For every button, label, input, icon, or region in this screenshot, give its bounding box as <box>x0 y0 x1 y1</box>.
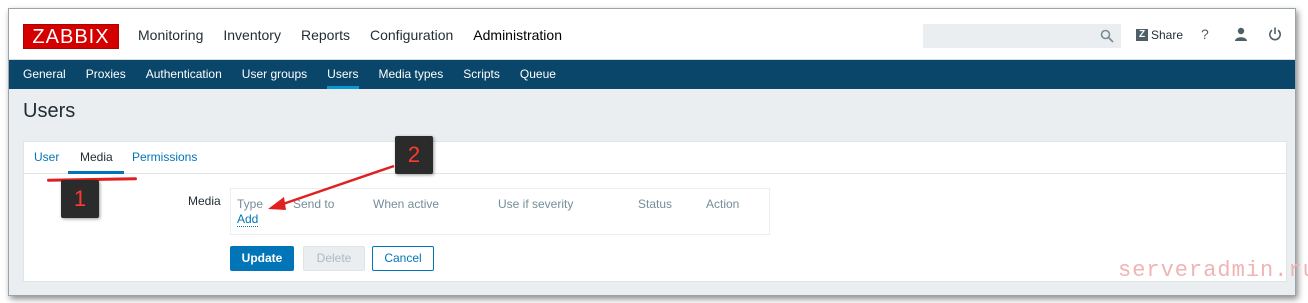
annotation-badge-2: 2 <box>395 136 433 174</box>
subnav-queue[interactable]: Queue <box>520 60 556 89</box>
active-tab-indicator <box>68 171 124 174</box>
share-button[interactable]: Z Share <box>1136 28 1183 42</box>
subnav-user-groups[interactable]: User groups <box>242 60 307 89</box>
subnav-general[interactable]: General <box>23 60 66 89</box>
menu-reports[interactable]: Reports <box>301 27 350 43</box>
subnav-media-types[interactable]: Media types <box>379 60 444 89</box>
main-menu: Monitoring Inventory Reports Configurati… <box>138 27 582 43</box>
column-action: Action <box>706 197 740 211</box>
page-title: Users <box>23 100 76 122</box>
zabbix-share-icon: Z <box>1136 29 1148 41</box>
delete-button[interactable]: Delete <box>303 246 365 271</box>
subnav-users[interactable]: Users <box>327 60 359 89</box>
share-label: Share <box>1151 28 1184 42</box>
subnav-authentication[interactable]: Authentication <box>146 60 222 89</box>
column-status: Status <box>638 197 673 211</box>
tab-media[interactable]: Media <box>80 150 113 164</box>
sub-navigation: General Proxies Authentication User grou… <box>9 60 1295 89</box>
tab-user[interactable]: User <box>34 150 59 164</box>
sign-out-icon[interactable] <box>1268 27 1282 41</box>
menu-configuration[interactable]: Configuration <box>370 27 453 43</box>
subnav-scripts[interactable]: Scripts <box>463 60 500 89</box>
help-icon[interactable]: ? <box>1201 26 1209 42</box>
column-type: Type <box>237 197 264 211</box>
menu-monitoring[interactable]: Monitoring <box>138 27 203 43</box>
user-form-panel: User Media Permissions Media Type Send t… <box>23 141 1287 282</box>
top-header: ZABBIX Monitoring Inventory Reports Conf… <box>9 9 1295 60</box>
annotation-badge-1: 1 <box>61 180 99 218</box>
zabbix-logo[interactable]: ZABBIX <box>23 24 119 49</box>
tab-permissions[interactable]: Permissions <box>132 150 197 164</box>
search-input[interactable] <box>923 24 1121 48</box>
form-tabs: User Media Permissions <box>24 142 1286 174</box>
search-icon[interactable] <box>1100 29 1114 43</box>
add-media-link[interactable]: Add <box>237 212 259 227</box>
logo-text: ZABBIX <box>32 26 110 48</box>
column-use-if-severity: Use if severity <box>498 197 574 211</box>
media-table: Type Send to When active Use if severity… <box>230 188 770 235</box>
menu-administration[interactable]: Administration <box>473 27 562 43</box>
menu-inventory[interactable]: Inventory <box>223 27 281 43</box>
cancel-button[interactable]: Cancel <box>372 246 434 271</box>
update-button[interactable]: Update <box>230 246 294 271</box>
column-when-active: When active <box>373 197 440 211</box>
media-field-label: Media <box>188 194 221 208</box>
column-send-to: Send to <box>293 197 335 211</box>
user-profile-icon[interactable] <box>1234 27 1248 41</box>
subnav-proxies[interactable]: Proxies <box>86 60 126 89</box>
watermark: serveradmin.ru <box>1118 258 1308 283</box>
zabbix-window: ZABBIX Monitoring Inventory Reports Conf… <box>8 8 1296 296</box>
